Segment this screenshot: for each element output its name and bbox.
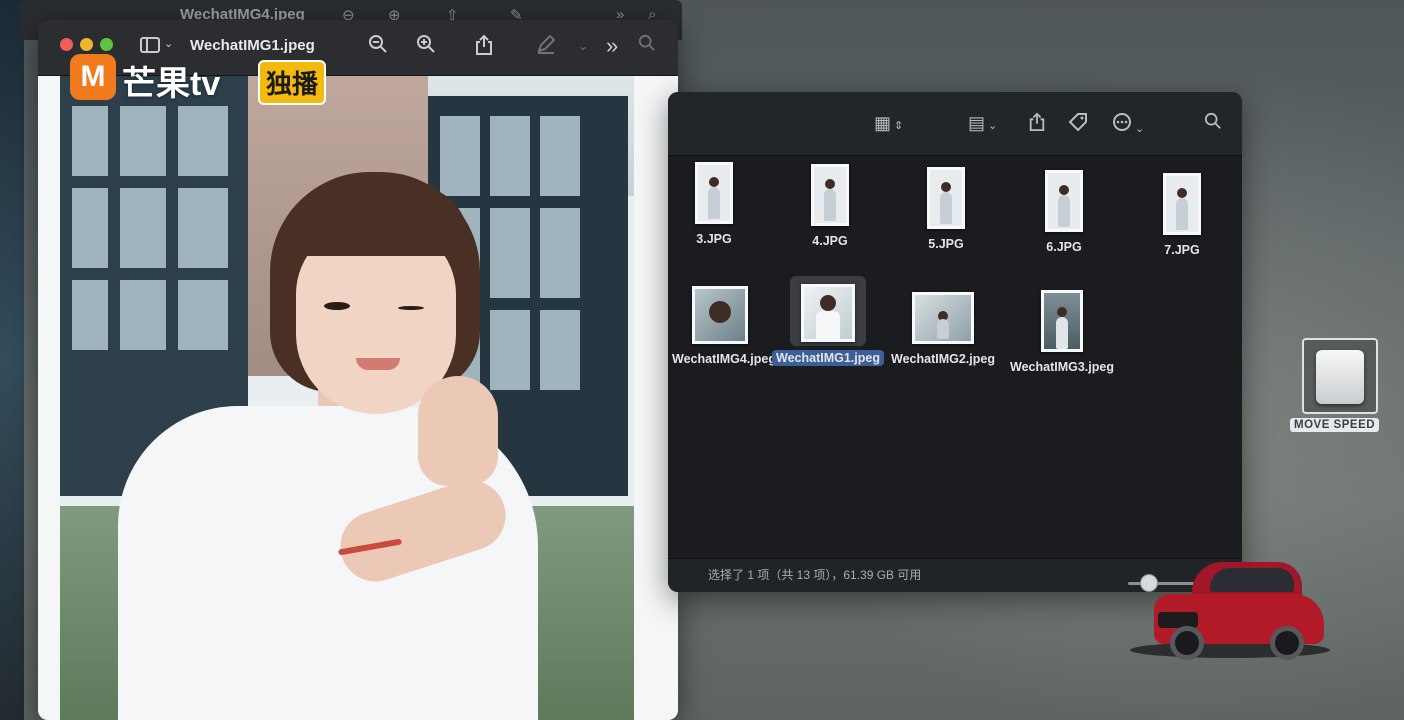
- search-icon[interactable]: [638, 34, 656, 58]
- file-item[interactable]: 4.JPG: [800, 164, 860, 248]
- tag-icon[interactable]: [1068, 112, 1088, 137]
- ellipsis-icon[interactable]: ⌄: [1112, 112, 1144, 140]
- selection-status: 选择了 1 项（共 13 项），61.39 GB 可用: [708, 568, 922, 582]
- zoom-in-icon[interactable]: [416, 34, 436, 60]
- group-icon[interactable]: ▤ ⌄: [968, 112, 997, 137]
- chevron-down-icon[interactable]: ⌄: [578, 34, 588, 58]
- zoom-button[interactable]: [100, 38, 113, 51]
- share-icon[interactable]: [474, 34, 494, 62]
- file-item[interactable]: 3.JPG: [684, 162, 744, 246]
- preview-window[interactable]: ⌄ WechatIMG1.jpeg ⌄ »: [38, 20, 678, 720]
- drive-label[interactable]: MOVE SPEED: [1290, 418, 1380, 432]
- close-button[interactable]: [60, 38, 73, 51]
- share-icon[interactable]: [1028, 112, 1046, 137]
- file-item[interactable]: 5.JPG: [916, 167, 976, 251]
- car-advertisement: [1130, 556, 1330, 666]
- zoom-out-icon[interactable]: [368, 34, 388, 60]
- finder-toolbar: ▦ ⇕ ▤ ⌄ ⌄: [668, 92, 1242, 156]
- pen-icon[interactable]: [536, 34, 556, 60]
- background-window-edge: [0, 0, 24, 720]
- search-icon[interactable]: [1204, 112, 1222, 135]
- watermark-brand: 芒果tv: [122, 65, 221, 103]
- chevrons-right-icon[interactable]: »: [606, 34, 618, 58]
- external-drive-icon[interactable]: [1302, 338, 1378, 414]
- file-item[interactable]: 7.JPG: [1152, 173, 1212, 257]
- file-item[interactable]: WechatIMG3.jpeg: [1006, 290, 1118, 374]
- mango-tv-logo: M: [70, 54, 116, 100]
- photo-canvas: [38, 76, 678, 720]
- window-title: WechatIMG1.jpeg: [190, 37, 315, 54]
- file-item[interactable]: 6.JPG: [1034, 170, 1094, 254]
- finder-window[interactable]: ▦⇕ ▤⌄ ⌄ 3.JPG 4.JPG 5.JPG 6.JPG 7.JPG: [668, 92, 1242, 592]
- file-item[interactable]: WechatIMG4.jpeg: [672, 286, 776, 366]
- minimize-button[interactable]: [80, 38, 93, 51]
- exclusive-badge: 独播: [258, 60, 327, 105]
- sidebar-icon[interactable]: ⌄: [140, 36, 176, 56]
- file-item-selected[interactable]: WechatIMG1.jpeg: [772, 276, 884, 367]
- file-item[interactable]: WechatIMG2.jpeg: [888, 292, 998, 366]
- grid-view-icon[interactable]: ▦ ⇕: [874, 112, 903, 137]
